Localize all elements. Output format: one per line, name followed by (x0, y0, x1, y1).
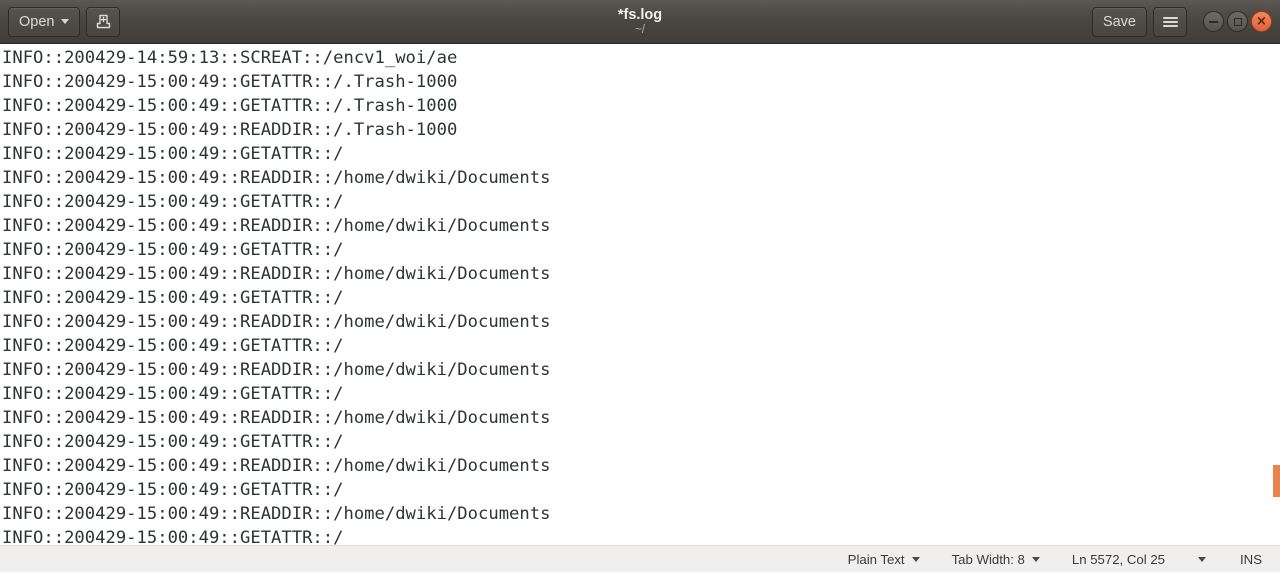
scrollbar-thumb[interactable] (1273, 465, 1280, 497)
minimize-icon (1209, 20, 1218, 23)
chevron-down-icon (61, 19, 70, 24)
maximize-icon (1233, 17, 1242, 26)
cursor-position-label: Ln 5572, Col 25 (1071, 551, 1166, 567)
text-line: INFO::200429-15:00:49::GETATTR::/ (2, 432, 344, 452)
cursor-position-selector[interactable]: Ln 5572, Col 25 (1056, 546, 1222, 573)
window-title: *fs.log (617, 6, 663, 23)
language-label: Plain Text (847, 551, 905, 567)
save-button-label: Save (1102, 13, 1136, 30)
text-line: INFO::200429-15:00:49::READDIR::/home/dw… (2, 312, 551, 332)
save-as-document-icon (96, 14, 111, 29)
text-line: INFO::200429-15:00:49::GETATTR::/ (2, 336, 344, 356)
language-selector[interactable]: Plain Text (832, 546, 936, 573)
text-line: INFO::200429-15:00:49::READDIR::/home/dw… (2, 504, 551, 524)
text-line: INFO::200429-15:00:49::GETATTR::/ (2, 528, 344, 545)
save-as-button[interactable] (86, 6, 121, 37)
text-line: INFO::200429-15:00:49::GETATTR::/.Trash-… (2, 72, 458, 92)
hamburger-menu-icon (1162, 16, 1178, 27)
text-line: INFO::200429-15:00:49::GETATTR::/ (2, 240, 344, 260)
minimize-button[interactable] (1203, 11, 1224, 32)
text-line: INFO::200429-15:00:49::GETATTR::/.Trash-… (2, 96, 458, 116)
text-line: INFO::200429-15:00:49::GETATTR::/ (2, 288, 344, 308)
text-line: INFO::200429-15:00:49::GETATTR::/ (2, 480, 344, 500)
header-bar: Open *fs.log ~/ Save × (0, 0, 1280, 44)
chevron-down-icon (911, 556, 920, 562)
tab-width-selector[interactable]: Tab Width: 8 (936, 546, 1056, 573)
text-line: INFO::200429-15:00:49::READDIR::/home/dw… (2, 216, 551, 236)
save-button[interactable]: Save (1091, 6, 1147, 37)
chevron-down-icon (1198, 556, 1207, 562)
text-line: INFO::200429-15:00:49::READDIR::/home/dw… (2, 456, 551, 476)
header-right-actions: Save × (1091, 6, 1272, 37)
vertical-scrollbar[interactable] (1272, 44, 1280, 545)
open-button[interactable]: Open (8, 6, 81, 37)
text-line: INFO::200429-15:00:49::READDIR::/home/dw… (2, 360, 551, 380)
close-icon: × (1256, 14, 1267, 29)
chevron-down-icon (1031, 556, 1040, 562)
maximize-button[interactable] (1227, 11, 1248, 32)
window-title-block: *fs.log ~/ (0, 0, 1280, 43)
window-controls: × (1203, 11, 1272, 32)
status-bar: Plain Text Tab Width: 8 Ln 5572, Col 25 … (0, 545, 1280, 572)
insert-mode-indicator: INS (1240, 551, 1262, 567)
text-line: INFO::200429-15:00:49::GETATTR::/ (2, 192, 344, 212)
text-editor-view[interactable]: INFO::200429-14:59:13::SCREAT::/encv1_wo… (0, 44, 1280, 545)
close-button[interactable]: × (1251, 11, 1272, 32)
text-line: INFO::200429-15:00:49::READDIR::/home/dw… (2, 168, 551, 188)
menu-button[interactable] (1153, 6, 1187, 37)
gedit-window: Open *fs.log ~/ Save × INFO::200429-14:5… (0, 0, 1280, 572)
tab-width-label: Tab Width: 8 (951, 551, 1025, 567)
text-line: INFO::200429-14:59:13::SCREAT::/encv1_wo… (2, 48, 458, 68)
text-line: INFO::200429-15:00:49::READDIR::/home/dw… (2, 264, 551, 284)
open-button-label: Open (19, 13, 55, 30)
text-line: INFO::200429-15:00:49::READDIR::/home/dw… (2, 408, 551, 428)
text-line: INFO::200429-15:00:49::READDIR::/.Trash-… (2, 120, 458, 140)
text-content[interactable]: INFO::200429-14:59:13::SCREAT::/encv1_wo… (0, 44, 1280, 545)
text-line: INFO::200429-15:00:49::GETATTR::/ (2, 384, 344, 404)
header-left-actions: Open (8, 6, 121, 37)
window-subtitle: ~/ (635, 23, 645, 36)
text-line: INFO::200429-15:00:49::GETATTR::/ (2, 144, 344, 164)
